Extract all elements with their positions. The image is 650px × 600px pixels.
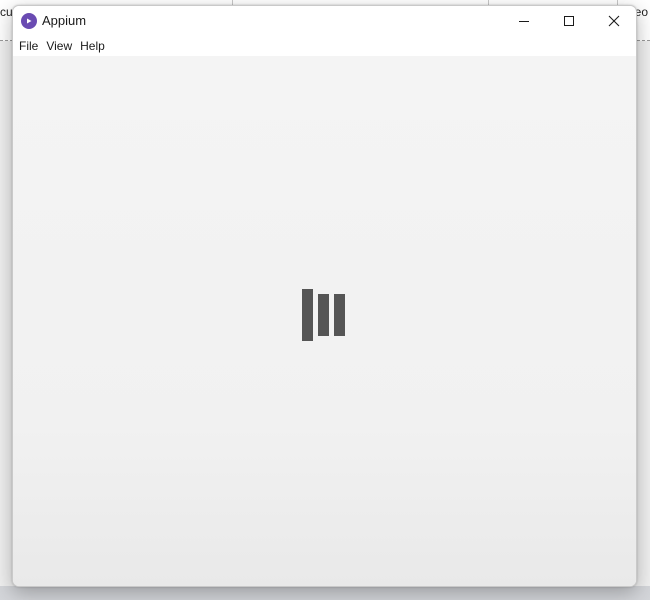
minimize-icon (518, 21, 529, 22)
appium-window: Appium File View Help (12, 5, 637, 587)
background-app-footer (0, 586, 650, 600)
menu-file[interactable]: File (15, 36, 42, 56)
close-icon (608, 15, 619, 27)
close-button[interactable] (591, 6, 636, 36)
maximize-button[interactable] (546, 6, 591, 36)
window-controls (501, 6, 636, 36)
loading-bar (318, 294, 329, 336)
main-content (13, 56, 636, 586)
title-bar[interactable]: Appium (13, 6, 636, 36)
window-title: Appium (42, 13, 87, 28)
minimize-button[interactable] (501, 6, 546, 36)
maximize-icon (563, 16, 574, 26)
menu-bar: File View Help (13, 36, 636, 56)
menu-view[interactable]: View (42, 36, 76, 56)
loading-bar (334, 294, 345, 336)
loading-bars-icon (302, 289, 347, 341)
appium-logo-icon (21, 13, 37, 29)
menu-help[interactable]: Help (76, 36, 109, 56)
loading-bar (302, 289, 313, 341)
